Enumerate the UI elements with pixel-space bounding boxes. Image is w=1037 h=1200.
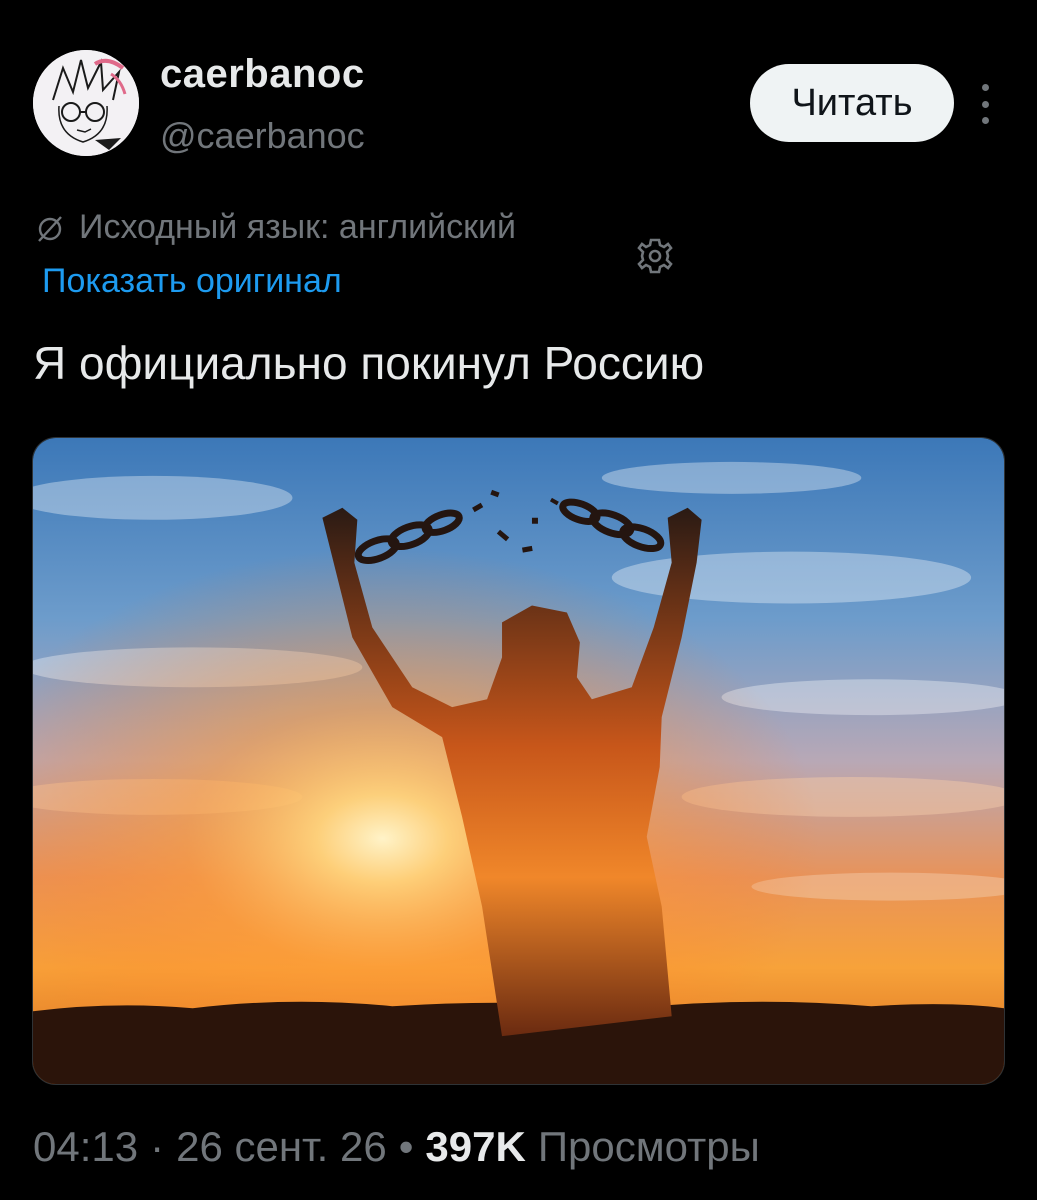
vertical-ellipsis-icon[interactable]	[972, 84, 998, 124]
avatar[interactable]	[33, 50, 139, 156]
source-language-label: Исходный язык: английский	[79, 208, 516, 246]
meta-separator-bold: •	[398, 1123, 414, 1170]
post-text: Я официально покинул Россию	[33, 337, 705, 389]
photo-silhouette-breaking-chains	[33, 438, 1004, 1084]
gear-icon[interactable]	[634, 235, 676, 277]
views-count[interactable]: 397K	[425, 1123, 525, 1171]
translate-icon	[38, 215, 62, 242]
author-handle[interactable]: @caerbanoc	[160, 115, 365, 157]
post-time[interactable]: 04:13	[33, 1123, 138, 1171]
avatar-image	[33, 50, 139, 156]
translation-notice: Исходный язык: английский	[33, 208, 516, 247]
post-date[interactable]: 26 сент. 26	[176, 1123, 387, 1171]
meta-separator: ·	[150, 1123, 165, 1170]
post-image[interactable]	[32, 437, 1005, 1085]
follow-button[interactable]: Читать	[750, 64, 954, 142]
show-original-link[interactable]: Показать оригинал	[42, 262, 342, 301]
views-label: Просмотры	[537, 1123, 760, 1170]
post-meta: 04:13 · 26 сент. 26 • 397K Просмотры	[33, 1123, 760, 1171]
post-detail: caerbanoc @caerbanoc Читать Исходный язы…	[0, 0, 1037, 1200]
author-display-name[interactable]: caerbanoc	[160, 52, 365, 97]
